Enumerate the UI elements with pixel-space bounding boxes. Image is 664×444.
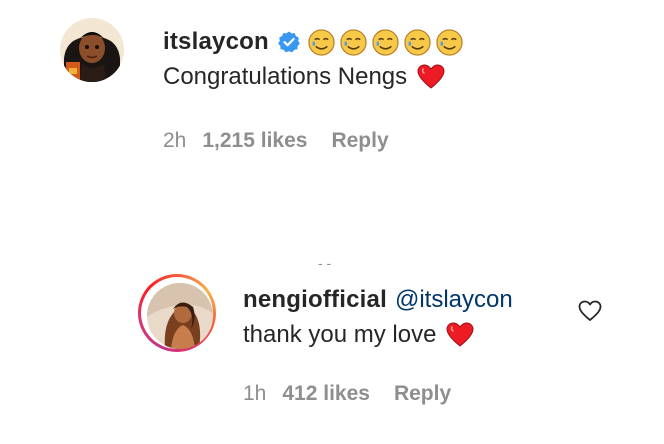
avatar-story-ring[interactable] (138, 274, 216, 352)
smiling-face-with-tear-icon (340, 28, 367, 56)
verified-badge-icon (277, 30, 301, 54)
reply-text: thank you my love (243, 321, 437, 348)
comment-time: 2h (163, 129, 187, 152)
reply-meta: 1h 412 likes Reply (243, 379, 475, 409)
reply-likes[interactable]: 412 likes (282, 382, 370, 406)
comment-meta: 2h 1,215 likes Reply (163, 126, 413, 156)
reply-username[interactable]: nengiofficial (243, 286, 387, 314)
comment-header: itslaycon (163, 27, 467, 57)
smiling-face-with-tear-icon (404, 28, 431, 56)
comment-likes[interactable]: 1,215 likes (202, 129, 307, 153)
avatar-itslaycon[interactable] (60, 18, 124, 82)
comment-username[interactable]: itslaycon (163, 28, 269, 56)
separator-dash: - - (318, 255, 332, 271)
reply-header: nengiofficial @itslaycon (243, 285, 513, 315)
like-heart-outline-icon[interactable] (577, 298, 603, 324)
reply-text-row: thank you my love (243, 318, 474, 352)
emoji-row (307, 28, 467, 57)
smiling-face-with-tear-icon (372, 28, 399, 56)
reply-time: 1h (243, 382, 267, 405)
smiling-face-with-tear-icon (436, 28, 463, 56)
comment-reply-button[interactable]: Reply (331, 129, 388, 153)
reply-reply-button[interactable]: Reply (394, 382, 451, 406)
red-heart-icon (417, 64, 445, 89)
avatar-nengiofficial[interactable] (147, 283, 213, 349)
comment-text: Congratulations Nengs (163, 63, 408, 90)
smiling-face-with-tear-icon (308, 28, 335, 56)
red-heart-icon (446, 322, 474, 347)
comment-text-row: Congratulations Nengs (163, 60, 445, 94)
reply-mention-link[interactable]: @itslaycon (395, 286, 513, 314)
